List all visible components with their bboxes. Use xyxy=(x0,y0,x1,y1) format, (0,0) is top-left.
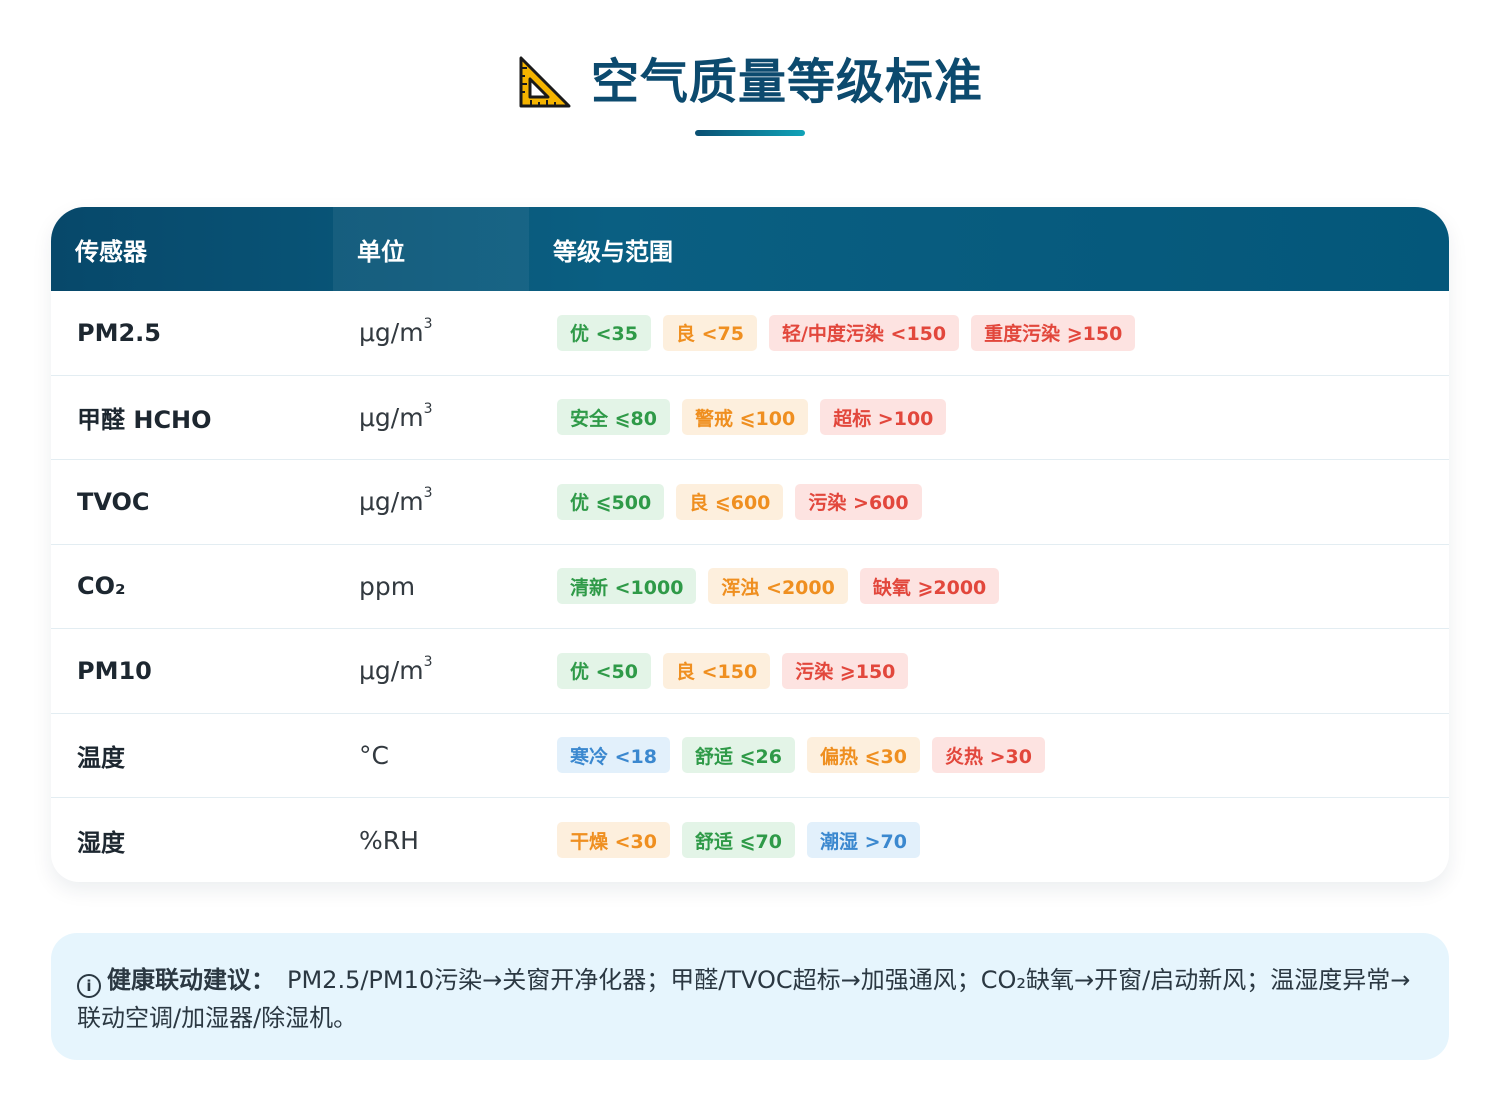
health-advice-box: i 健康联动建议： PM2.5/PM10污染→关窗开净化器；甲醛/TVOC超标→加强… xyxy=(51,933,1449,1060)
unit-text: μg/m xyxy=(359,656,424,686)
sensor-name: 温度 xyxy=(77,743,125,772)
level-badge: 偏热 ⩽30 xyxy=(806,737,920,774)
unit-cell: μg/m3 xyxy=(333,316,529,348)
unit-cell: ppm xyxy=(333,572,529,601)
column-header-unit: 单位 xyxy=(333,207,529,291)
unit-cell: μg/m3 xyxy=(333,400,529,432)
level-badges: 优 <35 良 <75 轻/中度污染 <150 重度污染 ⩾150 xyxy=(529,314,1449,351)
level-badge: 舒适 ⩽26 xyxy=(681,737,795,774)
table-row: CO₂ ppm 清新 <1000 浑浊 <2000 缺氧 ⩾2000 xyxy=(51,545,1449,629)
unit-cell: μg/m3 xyxy=(333,485,529,517)
level-badges: 寒冷 <18 舒适 ⩽26 偏热 ⩽30 炎热 >30 xyxy=(529,737,1449,774)
advice-text: PM2.5/PM10污染→关窗开净化器；甲醛/TVOC超标→加强通风；CO₂缺氧… xyxy=(77,966,1411,1032)
level-badge: 良 <150 xyxy=(662,652,771,689)
unit-superscript: 3 xyxy=(423,400,433,417)
level-badge: 轻/中度污染 <150 xyxy=(768,314,960,351)
unit-text: %RH xyxy=(359,825,419,855)
level-badge: 重度污染 ⩾150 xyxy=(971,314,1136,351)
unit-text: μg/m xyxy=(359,402,424,432)
level-badge: 缺氧 ⩾2000 xyxy=(859,568,1000,605)
sensor-name: 湿度 xyxy=(77,828,125,857)
column-header-sensor: 传感器 xyxy=(75,237,147,266)
level-badge: 舒适 ⩽70 xyxy=(681,822,795,859)
title-row: 空气质量等级标准 xyxy=(517,50,983,114)
triangle-ruler-icon xyxy=(519,56,571,108)
table-row: TVOC μg/m3 优 ⩽500 良 ⩽600 污染 >600 xyxy=(51,460,1449,545)
level-badge: 优 <50 xyxy=(557,652,651,689)
level-badge: 优 <35 xyxy=(557,314,651,351)
info-circle-icon: i xyxy=(77,974,101,998)
column-header-range: 等级与范围 xyxy=(553,237,673,266)
unit-text: μg/m xyxy=(359,487,424,517)
level-badge: 警戒 ⩽100 xyxy=(681,399,809,436)
level-badges: 清新 <1000 浑浊 <2000 缺氧 ⩾2000 xyxy=(529,568,1449,605)
level-badge: 浑浊 <2000 xyxy=(708,568,848,605)
table-row: 温度 °C 寒冷 <18 舒适 ⩽26 偏热 ⩽30 炎热 >30 xyxy=(51,714,1449,798)
level-badges: 干燥 <30 舒适 ⩽70 潮湿 >70 xyxy=(529,822,1449,859)
unit-cell: %RH xyxy=(333,826,529,855)
title-underline xyxy=(695,130,805,136)
level-badges: 安全 ⩽80 警戒 ⩽100 超标 >100 xyxy=(529,399,1449,436)
level-badge: 污染 >600 xyxy=(795,483,922,520)
level-badge: 优 ⩽500 xyxy=(557,483,665,520)
unit-superscript: 3 xyxy=(423,485,433,502)
sensor-name: TVOC xyxy=(77,487,150,516)
table-body: PM2.5 μg/m3 优 <35 良 <75 轻/中度污染 <150 重度污染 ⩾150… xyxy=(51,291,1449,882)
unit-superscript: 3 xyxy=(423,316,433,333)
table-row: PM10 μg/m3 优 <50 良 <150 污染 ⩾150 xyxy=(51,629,1449,714)
level-badges: 优 <50 良 <150 污染 ⩾150 xyxy=(529,652,1449,689)
table-row: 湿度 %RH 干燥 <30 舒适 ⩽70 潮湿 >70 xyxy=(51,798,1449,882)
level-badge: 良 ⩽600 xyxy=(676,483,784,520)
unit-superscript: 3 xyxy=(423,654,433,671)
unit-text: ppm xyxy=(359,571,416,601)
sensor-name: PM10 xyxy=(77,656,152,685)
level-badge: 安全 ⩽80 xyxy=(557,399,670,436)
standards-table: 传感器 单位 等级与范围 PM2.5 μg/m3 优 <35 良 <75 轻/中度污染 … xyxy=(51,207,1449,882)
level-badge: 寒冷 <18 xyxy=(557,737,670,774)
level-badge: 清新 <1000 xyxy=(557,568,697,605)
page-title: 空气质量等级标准 xyxy=(590,54,983,110)
sensor-name: PM2.5 xyxy=(77,318,161,347)
table-row: PM2.5 μg/m3 优 <35 良 <75 轻/中度污染 <150 重度污染 ⩾150 xyxy=(51,291,1449,376)
level-badge: 潮湿 >70 xyxy=(806,822,920,859)
unit-text: μg/m xyxy=(359,318,424,348)
table-header: 传感器 单位 等级与范围 xyxy=(51,207,1449,291)
level-badge: 良 <75 xyxy=(662,314,757,351)
title-block: 空气质量等级标准 xyxy=(0,50,1500,136)
unit-cell: μg/m3 xyxy=(333,654,529,686)
unit-text: °C xyxy=(359,740,389,770)
level-badge: 干燥 <30 xyxy=(557,822,670,859)
sensor-name: 甲醛 HCHO xyxy=(77,405,212,434)
table-row: 甲醛 HCHO μg/m3 安全 ⩽80 警戒 ⩽100 超标 >100 xyxy=(51,376,1449,460)
sensor-name: CO₂ xyxy=(77,572,126,601)
unit-cell: °C xyxy=(333,741,529,770)
level-badge: 污染 ⩾150 xyxy=(782,652,909,689)
level-badges: 优 ⩽500 良 ⩽600 污染 >600 xyxy=(529,483,1449,520)
level-badge: 超标 >100 xyxy=(820,399,947,436)
level-badge: 炎热 >30 xyxy=(931,737,1045,774)
advice-label: 健康联动建议： xyxy=(107,966,275,994)
